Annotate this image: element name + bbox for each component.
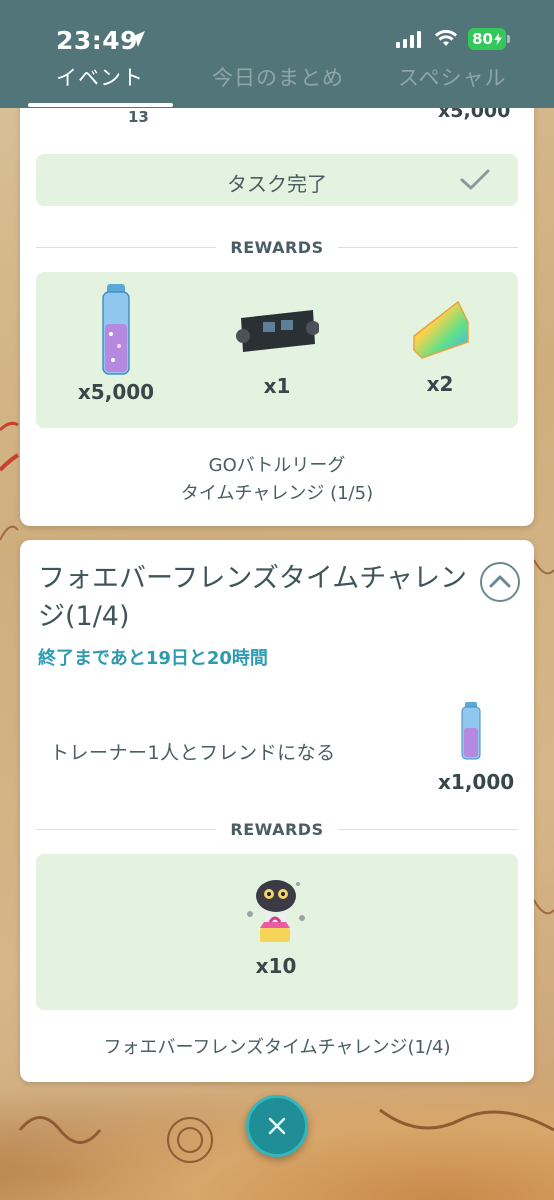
rewards-heading: REWARDS <box>230 238 324 257</box>
battery-level: 80 <box>472 30 493 48</box>
pokemon-encounter-icon <box>247 880 305 942</box>
rewards-divider: REWARDS <box>36 820 518 840</box>
stardust-icon <box>102 284 130 375</box>
tab-bar: イベント 今日のまとめ スペシャル <box>0 62 554 108</box>
close-button[interactable] <box>246 1095 308 1157</box>
challenge-name-line1: GOバトルリーグ <box>208 455 346 476</box>
reward-qty: x5,000 <box>77 380 155 404</box>
rewards-divider: REWARDS <box>36 238 518 258</box>
collapse-button[interactable] <box>480 562 520 602</box>
top-header: 23:49 80 イベント 今日のまとめ スペシャル <box>0 0 554 108</box>
cellular-signal-icon <box>396 30 421 48</box>
task-reward-qty: x1,000 <box>438 770 515 794</box>
challenge-card-go-battle-league: 13 x5,000 タスク完了 REWARDS x5,000 x1 x2 GOバ… <box>20 60 534 526</box>
wifi-icon <box>435 29 457 46</box>
rewards-box: x10 <box>36 854 518 1010</box>
rewards-heading: REWARDS <box>230 820 324 839</box>
location-arrow-icon <box>129 31 145 47</box>
previous-count-value: 13 <box>128 108 149 126</box>
active-tab-indicator <box>28 103 173 107</box>
checkmark-icon <box>460 169 490 190</box>
rare-candy-icon <box>413 300 469 359</box>
challenge-name: フォエバーフレンズタイムチャレンジ(1/4) <box>103 1037 451 1058</box>
reward-qty: x1 <box>263 374 291 398</box>
challenge-name-line2: タイムチャレンジ (1/5) <box>180 483 374 504</box>
task-description: トレーナー1人とフレンドになる <box>50 742 336 764</box>
task-complete-bar: タスク完了 <box>36 154 518 206</box>
battery-cap <box>507 35 510 43</box>
stardust-icon <box>461 702 481 760</box>
reward-stardust[interactable]: x5,000 <box>76 284 156 404</box>
tab-event[interactable]: イベント <box>56 62 144 92</box>
tab-special[interactable]: スペシャル <box>398 62 507 92</box>
time-remaining: 終了まであと19日と20時間 <box>38 648 268 669</box>
reward-pokemon-encounter[interactable]: x10 <box>236 874 316 978</box>
tab-today-summary[interactable]: 今日のまとめ <box>212 62 344 92</box>
reward-qty: x10 <box>255 954 297 978</box>
battery-indicator: 80 <box>468 28 506 50</box>
reward-qty: x2 <box>426 372 454 396</box>
charging-bolt-icon <box>493 33 502 45</box>
challenge-name: GOバトルリーグ タイムチャレンジ (1/5) <box>20 452 534 508</box>
chevron-up-icon <box>489 575 511 588</box>
rewards-box: x5,000 x1 x2 <box>36 272 518 428</box>
reward-battle-map[interactable]: x1 <box>232 308 322 398</box>
challenge-card-forever-friends: フォエバーフレンズタイムチャレンジ(1/4) 終了まであと19日と20時間 トレ… <box>20 540 534 1082</box>
status-bar: 23:49 80 <box>0 0 554 60</box>
battle-map-icon <box>236 310 320 352</box>
reward-rare-candy[interactable]: x2 <box>400 298 480 396</box>
status-time: 23:49 <box>56 26 139 55</box>
task-complete-label: タスク完了 <box>227 172 327 196</box>
challenge-title: フォエバーフレンズタイムチャレンジ(1/4) <box>38 563 468 632</box>
close-icon <box>268 1117 286 1135</box>
